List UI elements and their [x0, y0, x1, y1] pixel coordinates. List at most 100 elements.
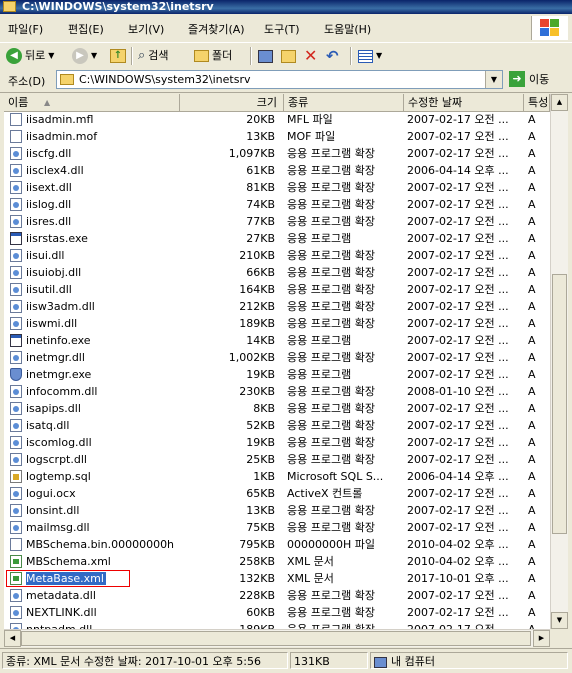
dll-icon	[10, 266, 22, 279]
horizontal-scrollbar[interactable]: ◀ ▶	[4, 629, 550, 647]
file-name: MBSchema.xml	[26, 555, 111, 568]
chevron-down-icon[interactable]: ▼	[485, 71, 502, 88]
file-row[interactable]: logscrpt.dll 25KB 응용 프로그램 확장 2007-02-17 오전 …	[4, 451, 550, 468]
file-row[interactable]: iscomlog.dll 19KB 응용 프로그램 확장 2007-02-17 오전 …	[4, 434, 550, 451]
file-row[interactable]: iisutil.dll 164KB 응용 프로그램 확장 2007-02-17 오전 …	[4, 281, 550, 298]
column-attributes[interactable]: 특성	[524, 94, 550, 111]
copy-to-button[interactable]	[281, 47, 296, 65]
file-attributes: A	[528, 249, 536, 262]
file-size: 8KB	[253, 402, 275, 415]
menu-help[interactable]: 도움말(H)	[324, 21, 371, 37]
move-to-icon	[258, 49, 273, 63]
scroll-right-icon[interactable]: ▶	[533, 630, 550, 647]
file-type: 응용 프로그램 확장	[287, 589, 375, 602]
file-modified: 2007-02-17 오전 ...	[407, 504, 509, 517]
file-row[interactable]: iiscfg.dll 1,097KB 응용 프로그램 확장 2007-02-17 오전…	[4, 145, 550, 162]
file-name: iisext.dll	[26, 181, 72, 194]
file-row[interactable]: MetaBase.xml 132KB XML 문서 2017-10-01 오후 ...…	[4, 570, 550, 587]
move-to-button[interactable]	[258, 47, 273, 65]
column-name[interactable]: 이름 ▲	[4, 94, 180, 111]
file-modified: 2007-02-17 오전 ...	[407, 249, 509, 262]
vertical-scrollbar[interactable]: ▲ ▼	[550, 94, 568, 629]
scroll-left-icon[interactable]: ◀	[4, 630, 21, 647]
delete-button[interactable]: ✕	[304, 47, 317, 65]
file-row[interactable]: lonsint.dll 13KB 응용 프로그램 확장 2007-02-17 오전 .…	[4, 502, 550, 519]
menu-view[interactable]: 보기(V)	[128, 21, 164, 37]
file-size: 1KB	[253, 470, 275, 483]
dll-icon	[10, 164, 22, 177]
file-size: 25KB	[246, 453, 275, 466]
file-row[interactable]: iisres.dll 77KB 응용 프로그램 확장 2007-02-17 오전 ..…	[4, 213, 550, 230]
file-modified: 2010-04-02 오후 ...	[407, 555, 509, 568]
file-row[interactable]: iiswmi.dll 189KB 응용 프로그램 확장 2007-02-17 오전 .…	[4, 315, 550, 332]
up-folder-icon: ↑	[110, 49, 126, 63]
back-button[interactable]: ◀ 뒤로 ▼	[6, 47, 54, 65]
file-type: 응용 프로그램	[287, 368, 352, 381]
menu-favorites[interactable]: 즐겨찾기(A)	[188, 21, 245, 37]
file-row[interactable]: MBSchema.bin.00000000h 795KB 00000000H 파일 2…	[4, 536, 550, 553]
file-attributes: A	[528, 436, 536, 449]
file-row[interactable]: logtemp.sql 1KB Microsoft SQL S... 2006-04-…	[4, 468, 550, 485]
menu-edit[interactable]: 편집(E)	[68, 21, 104, 37]
folders-button[interactable]: 폴더	[194, 47, 232, 65]
file-row[interactable]: iisuiobj.dll 66KB 응용 프로그램 확장 2007-02-17 오전 …	[4, 264, 550, 281]
scroll-down-icon[interactable]: ▼	[551, 612, 568, 629]
file-row[interactable]: iisext.dll 81KB 응용 프로그램 확장 2007-02-17 오전 ..…	[4, 179, 550, 196]
address-input[interactable]: C:\WINDOWS\system32\inetsrv ▼	[56, 70, 503, 89]
column-type[interactable]: 종류	[284, 94, 404, 111]
chevron-down-icon: ▼	[48, 51, 55, 60]
go-label: 이동	[529, 73, 550, 86]
file-attributes: A	[528, 470, 536, 483]
scroll-thumb[interactable]	[552, 274, 567, 534]
file-attributes: A	[528, 351, 536, 364]
dll-icon	[10, 317, 22, 330]
file-size: 19KB	[246, 436, 275, 449]
file-row[interactable]: inetmgr.exe 19KB 응용 프로그램 2007-02-17 오전 ... A	[4, 366, 550, 383]
file-name: MBSchema.bin.00000000h	[26, 538, 175, 551]
file-row[interactable]: inetinfo.exe 14KB 응용 프로그램 2007-02-17 오전 ...…	[4, 332, 550, 349]
column-size[interactable]: 크기	[180, 94, 284, 111]
file-row[interactable]: iislog.dll 74KB 응용 프로그램 확장 2007-02-17 오전 ..…	[4, 196, 550, 213]
file-row[interactable]: iisw3adm.dll 212KB 응용 프로그램 확장 2007-02-17 오전…	[4, 298, 550, 315]
undo-button[interactable]: ↶	[326, 47, 339, 65]
file-row[interactable]: inetmgr.dll 1,002KB 응용 프로그램 확장 2007-02-17 오…	[4, 349, 550, 366]
file-row[interactable]: metadata.dll 228KB 응용 프로그램 확장 2007-02-17 오전…	[4, 587, 550, 604]
file-row[interactable]: MBSchema.xml 258KB XML 문서 2010-04-02 오후 ...…	[4, 553, 550, 570]
scroll-corner	[550, 629, 568, 646]
file-name: logtemp.sql	[26, 470, 91, 483]
go-button[interactable]: ➜ 이동	[509, 71, 549, 87]
file-type: 응용 프로그램 확장	[287, 249, 375, 262]
file-row[interactable]: iisui.dll 210KB 응용 프로그램 확장 2007-02-17 오전 ..…	[4, 247, 550, 264]
horizontal-scroll-thumb[interactable]	[21, 631, 531, 646]
undo-icon: ↶	[326, 47, 339, 65]
column-name-label: 이름	[8, 96, 29, 109]
file-list[interactable]: 이름 ▲ 크기 종류 수정한 날짜 특성 iisadmin.mfl 20KB MFL…	[4, 94, 550, 629]
file-row[interactable]: iisadmin.mof 13KB MOF 파일 2007-02-17 오전 ... A	[4, 128, 550, 145]
file-row[interactable]: iisclex4.dll 61KB 응용 프로그램 확장 2006-04-14 오후 …	[4, 162, 550, 179]
file-modified: 2007-02-17 오전 ...	[407, 368, 509, 381]
address-label: 주소(D)	[8, 75, 46, 88]
file-row[interactable]: infocomm.dll 230KB 응용 프로그램 확장 2008-01-10 오전…	[4, 383, 550, 400]
search-button[interactable]: ⌕ 검색	[138, 47, 169, 65]
file-modified: 2007-02-17 오전 ...	[407, 453, 509, 466]
dll-icon	[10, 181, 22, 194]
file-attributes: A	[528, 232, 536, 245]
file-row[interactable]: NEXTLINK.dll 60KB 응용 프로그램 확장 2007-02-17 오전 …	[4, 604, 550, 621]
file-name: inetmgr.dll	[26, 351, 85, 364]
file-row[interactable]: logui.ocx 65KB ActiveX 컨트롤 2007-02-17 오전 ..…	[4, 485, 550, 502]
file-rows: iisadmin.mfl 20KB MFL 파일 2007-02-17 오전 ... A…	[4, 111, 550, 629]
file-row[interactable]: iisrstas.exe 27KB 응용 프로그램 2007-02-17 오전 ...…	[4, 230, 550, 247]
file-row[interactable]: isapips.dll 8KB 응용 프로그램 확장 2007-02-17 오전 ..…	[4, 400, 550, 417]
column-modified[interactable]: 수정한 날짜	[404, 94, 524, 111]
menu-tools[interactable]: 도구(T)	[264, 21, 300, 37]
file-row[interactable]: nntpadm.dll189KB응용 프로그램 확장2007-02-17 오전 …	[4, 621, 550, 629]
scroll-up-icon[interactable]: ▲	[551, 94, 568, 111]
file-modified: 2007-02-17 오전 ...	[407, 283, 509, 296]
file-row[interactable]: iisadmin.mfl 20KB MFL 파일 2007-02-17 오전 ... A	[4, 111, 550, 128]
views-button[interactable]: ▼	[358, 47, 382, 65]
up-folder-button[interactable]: ↑	[110, 47, 126, 65]
menu-file[interactable]: 파일(F)	[8, 21, 43, 37]
file-row[interactable]: mailmsg.dll 75KB 응용 프로그램 확장 2007-02-17 오전 .…	[4, 519, 550, 536]
forward-button[interactable]: ▶ ▼	[72, 47, 97, 65]
file-row[interactable]: isatq.dll 52KB 응용 프로그램 확장 2007-02-17 오전 ...…	[4, 417, 550, 434]
